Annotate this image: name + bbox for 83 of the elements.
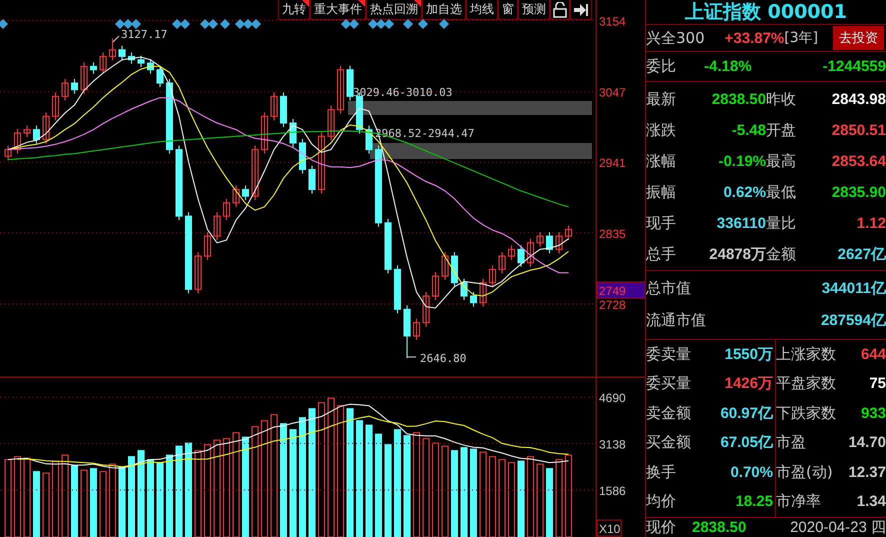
field-label: 涨幅 [646,152,677,171]
price-axis-label: 2835 [599,226,626,241]
field-value: 2843.98 [832,90,886,108]
field-value: 2835.90 [832,184,886,201]
field-label: 现价 [646,518,676,537]
field-value: 644 [860,346,886,363]
field-value: -0.19% [718,152,766,170]
field-label: 最新 [646,90,677,109]
field-label: 最低 [766,182,797,202]
price-axis-label: 2941 [599,156,626,170]
field-label: 卖金额 [646,404,691,423]
field-value: 0.62% [723,184,766,201]
field-label: 下跌家数 [776,404,836,423]
field-label: 市盈 [776,433,806,452]
field-value: -5.48 [732,122,766,139]
field-value: 2850.51 [832,122,886,139]
field-label: 换手 [646,462,676,482]
field-label: 市净率 [776,492,821,512]
field-label: 量比 [766,214,797,233]
field-value: 12.37 [848,464,886,481]
invest-button[interactable]: 去投资 [833,26,884,50]
toolbar-button[interactable]: 窗 [498,0,518,20]
field-label: 平盘家数 [776,374,836,394]
field-label: 最高 [766,152,797,171]
field-label: 买金额 [646,433,691,452]
toolbar-button[interactable]: 九转 [278,0,310,20]
fund-period: [3年] [784,29,818,48]
field-value: 60.97亿 [720,404,773,423]
price-axis-label: 2728 [599,298,626,312]
field-value: 1550万 [724,344,773,364]
fund-name: 兴全300 [646,28,705,48]
field-value: 1.34 [856,493,886,510]
price-label: 3029.46-3010.03 [353,86,452,99]
field-value: 336110 [716,214,766,232]
field-value: 2627亿 [838,244,886,264]
fund-return: +33.87% [724,30,784,47]
field-label: 涨跌 [646,120,677,140]
field-value: 24878万 [709,244,766,264]
stock-title: 上证指数 000001 [684,0,848,24]
field-label: 均价 [646,492,676,512]
field-label: 现手 [646,214,677,233]
field-label: 流通市值 [646,311,706,330]
current-price-tag: 2749 [596,282,645,298]
field-value: 14.70 [848,434,886,452]
field-value: 18.25 [735,493,773,510]
field-value: 2853.64 [832,152,886,170]
field-label: 振幅 [646,182,677,202]
toolbar-button[interactable]: 预测 [518,0,550,20]
field-value: 287594亿 [820,311,886,330]
toolbar-button[interactable]: 均线 [466,0,498,20]
field-label: 开盘 [766,120,797,140]
field-label: 市盈(动) [776,462,833,482]
field-label: 金额 [766,244,797,264]
field-value: 1426万 [724,374,773,394]
price-label: 3127.17 [121,28,168,41]
field-label: 委卖量 [646,344,691,364]
quote-date: 2020-04-23 四 [790,518,886,537]
price-axis-label: 3154 [599,14,626,28]
field-label: 委比 [646,57,676,76]
field-label: 昨收 [766,90,797,109]
volume-axis-label: 3138 [599,438,626,452]
price-axis-label: 3047 [599,86,626,100]
volume-scale-label: X10 [596,520,622,536]
field-label: 总手 [646,244,677,264]
toolbar-button[interactable]: 加自选 [422,0,466,20]
field-value: 2838.50 [712,90,766,108]
price-label: 2646.80 [420,352,466,365]
field-value: 344011亿 [822,279,886,298]
field-value: 67.05亿 [720,433,773,452]
volume-axis-label: 1586 [599,484,626,498]
toolbar-button[interactable]: 热点回溯 [366,0,422,20]
field-value: 933 [860,404,886,422]
field-label: 上涨家数 [776,344,836,364]
field-label: 总市值 [646,279,691,298]
field-value: 75 [869,375,886,392]
volume-axis-label: 4690 [599,391,626,405]
toolbar-button[interactable]: 重大事件 [310,0,366,20]
field-label: 委买量 [646,374,691,394]
field-value: 0.70% [730,464,773,481]
field-value: -4.18% [704,58,752,76]
field-value: -1244559 [822,58,886,76]
field-value: 2838.50 [692,518,746,536]
field-value: 1.12 [856,214,886,232]
